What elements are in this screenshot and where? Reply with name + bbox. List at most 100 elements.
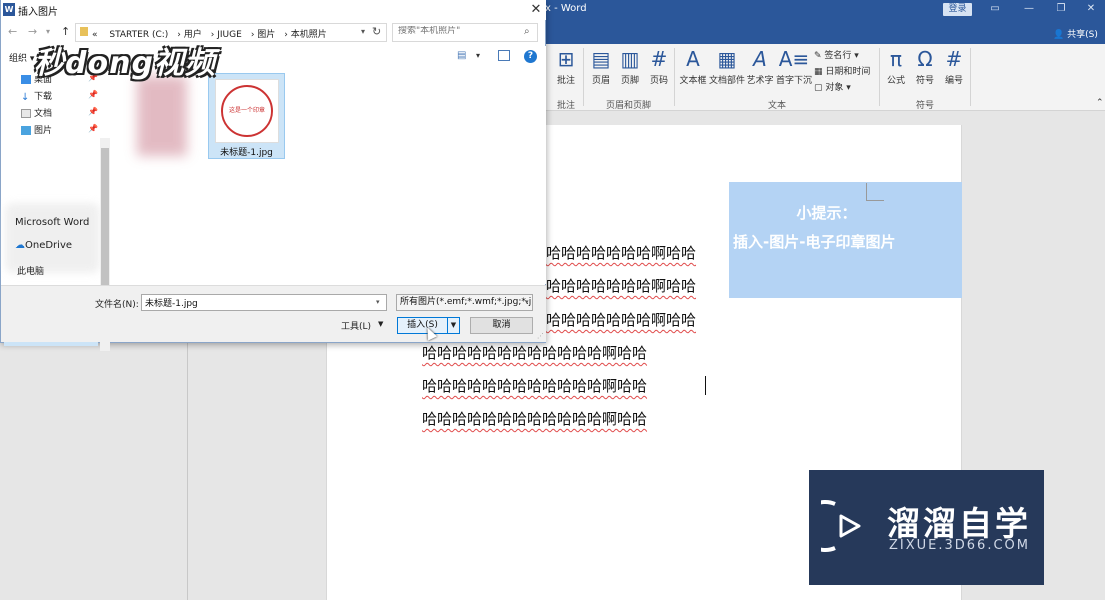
comment-button[interactable]: ⊞ 批注 [553,47,579,86]
navigation-pane: 桌面 📌 ↓ 下载 📌 文档 📌 图片 📌 Microsoft Word ☁One… [1,68,111,351]
file-name-field-label: 文件名(N): [95,300,139,310]
minimize-icon[interactable]: — [1019,2,1039,16]
page-number-icon: # [650,47,668,71]
up-icon[interactable]: ↑ [61,25,70,38]
symbol-button[interactable]: Ω 符号 [913,47,937,86]
page-number-button[interactable]: # 页码 [647,47,671,86]
group-separator [879,48,880,106]
document-icon [21,109,31,118]
desktop-icon [21,75,31,84]
dropcap-icon: A≡ [778,47,810,71]
preview-pane-icon[interactable] [498,50,510,61]
document-line-fragment[interactable]: 哈哈哈哈哈哈哈啊哈哈 [546,309,696,330]
tools-button[interactable]: 工具(L) [341,319,371,332]
view-icon[interactable]: ▤ [457,50,466,61]
dialog-titlebar[interactable]: W 插入图片 ✕ [1,0,546,20]
pin-icon[interactable]: 📌 [88,124,98,133]
search-box[interactable]: ⌕ [392,23,538,42]
pin-icon[interactable]: 📌 [88,90,98,99]
login-button[interactable]: 登录 [943,3,972,16]
resize-grip-icon[interactable]: ⋰ [537,332,544,340]
chevron-down-icon[interactable]: ▾ [476,51,480,60]
corner-mark [866,183,884,201]
organize-button[interactable]: 组织 ▾ [9,51,34,64]
comment-icon: ⊞ [557,47,575,71]
file-type-select[interactable]: 所有图片(*.emf;*.wmf;*.jpg;*.j [396,294,533,311]
document-line[interactable]: 哈哈哈哈哈哈哈哈哈哈哈哈啊哈哈 [422,375,647,396]
chevron-down-icon[interactable]: ▾ [525,298,529,306]
omega-icon: Ω [917,47,933,71]
brand-url: ZIXUE.3D66.COM [889,538,1030,553]
file-name-label: 未标题-1.jpg [220,148,273,158]
nav-item-this-pc[interactable]: 此电脑 [17,264,44,277]
cancel-button[interactable]: 取消 [470,317,533,334]
header-button[interactable]: ▤ 页眉 [589,47,613,86]
calendar-icon: ▦ [814,67,823,77]
number-button[interactable]: # 编号 [942,47,966,86]
chevron-down-icon[interactable]: ▾ [361,27,365,36]
dialog-title: 插入图片 [18,7,58,18]
footer-button[interactable]: ▥ 页脚 [618,47,642,86]
nav-item-microsoft-word[interactable]: Microsoft Word [15,217,89,228]
share-button[interactable]: 👤 共享(S) [1053,27,1098,40]
pictures-icon [21,126,31,135]
header-icon: ▤ [591,47,611,71]
nav-item-downloads[interactable]: ↓ 下载 [21,89,52,103]
tip-title: 小提示： [796,204,857,222]
person-icon: 👤 [1053,30,1065,40]
equation-button[interactable]: π 公式 [884,47,908,86]
breadcrumb-item[interactable]: 本机照片 [291,30,327,40]
object-button[interactable]: ▢ 对象 ▾ [814,80,851,93]
file-name-input[interactable] [141,294,387,311]
brand-watermark: 溜溜自学 ZIXUE.3D66.COM [809,470,1044,585]
wordart-icon: A [753,47,767,71]
breadcrumb-item[interactable]: 图片 [257,30,275,40]
tip-textbox[interactable]: 小提示： 插入-图片-电子印章图片 [729,182,962,298]
folder-icon [80,27,88,36]
group-separator [674,48,675,106]
close-icon[interactable]: ✕ [529,2,543,18]
search-input[interactable] [398,26,518,36]
document-line-fragment[interactable]: 哈哈哈哈哈哈哈啊哈哈 [546,275,696,296]
textbox-icon: A [686,47,700,71]
nav-item-documents[interactable]: 文档 [21,106,52,119]
insert-options-dropdown[interactable]: ▼ [448,317,460,334]
back-icon[interactable]: ← [8,25,17,38]
recent-caret-icon[interactable]: ▾ [46,27,50,36]
group-separator [583,48,584,106]
tip-body: 插入-图片-电子印章图片 [733,233,896,251]
close-icon[interactable]: ✕ [1081,2,1101,16]
insert-button[interactable]: 插入(S) [397,317,448,334]
blurred-thumbnail[interactable] [137,76,187,156]
document-line[interactable]: 哈哈哈哈哈哈哈哈哈哈哈哈啊哈哈 [422,342,647,363]
file-item-selected[interactable]: 这是一个印章 未标题-1.jpg [208,73,285,159]
number-icon: # [945,47,963,71]
pin-icon[interactable]: 📌 [88,107,98,116]
signature-line-button[interactable]: ✎ 签名行 ▾ [814,48,859,61]
wordart-button[interactable]: A 艺术字 [746,47,774,86]
restore-icon[interactable]: ▭ [985,2,1005,16]
equation-icon: π [889,47,903,71]
textbox-button[interactable]: A 文本框 [678,47,708,86]
maximize-icon[interactable]: ❐ [1051,2,1071,16]
blurred-region [5,203,100,273]
quick-parts-button[interactable]: ▦ 文档部件 [709,47,745,86]
chevron-down-icon[interactable]: ▾ [376,298,380,306]
nav-item-onedrive[interactable]: ☁OneDrive [15,240,72,251]
seal-stamp: 这是一个印章 [221,85,273,137]
nav-item-pictures[interactable]: 图片 [21,123,52,136]
breadcrumb-item[interactable]: JIUGE [217,30,242,40]
datetime-button[interactable]: ▦ 日期和时间 [814,64,870,77]
collapse-ribbon-icon[interactable]: ⌃ [1096,98,1104,108]
group-label-symbols: 符号 [916,101,935,111]
search-icon[interactable]: ⌕ [524,26,530,37]
document-line-fragment[interactable]: 哈哈哈哈哈哈哈啊哈哈 [546,242,696,263]
dropcap-button[interactable]: A≡ 首字下沉 [776,47,812,86]
word-app-icon: W [3,3,15,16]
document-line[interactable]: 哈哈哈哈哈哈哈哈哈哈哈哈啊哈哈 [422,408,647,429]
help-icon[interactable]: ? [524,50,537,63]
refresh-icon[interactable]: ↻ [372,25,381,38]
chevron-down-icon[interactable]: ▼ [378,320,383,328]
forward-icon[interactable]: → [28,25,37,38]
group-label-text: 文本 [768,101,787,111]
